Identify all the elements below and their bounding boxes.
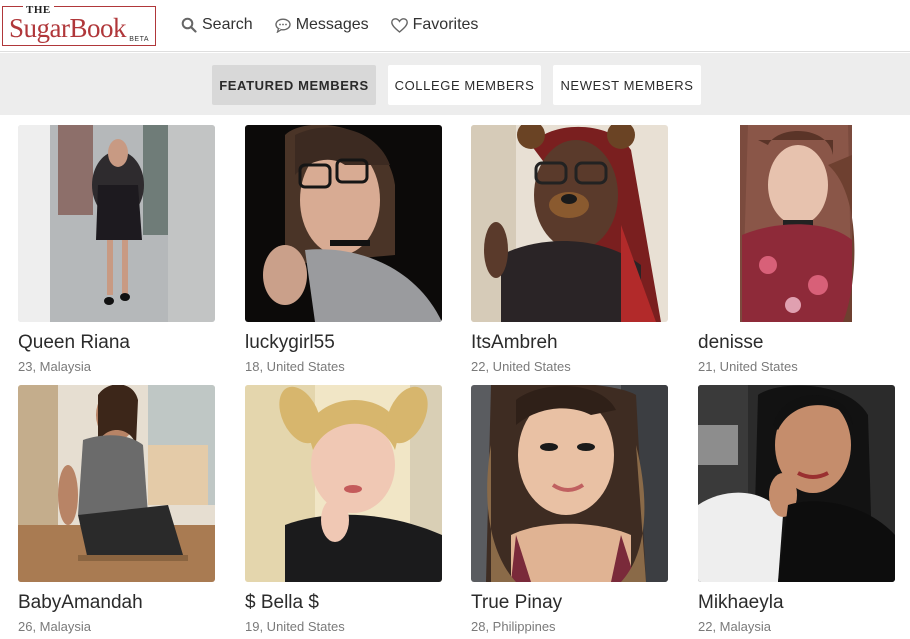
member-age-location: 23, Malaysia xyxy=(18,359,91,374)
tab-newest-members-label: NEWEST MEMBERS xyxy=(560,77,694,93)
tab-college-members-label: COLLEGE MEMBERS xyxy=(394,77,535,93)
tab-college-members[interactable]: COLLEGE MEMBERS xyxy=(388,65,541,105)
member-name[interactable]: ItsAmbreh xyxy=(471,332,558,354)
beta-badge: BETA xyxy=(129,36,149,43)
member-photo[interactable] xyxy=(18,125,215,322)
member-name[interactable]: Mikhaeyla xyxy=(698,592,784,614)
member-photo xyxy=(698,125,895,322)
member-photo[interactable] xyxy=(471,125,668,322)
member-category-tabs: FEATURED MEMBERS COLLEGE MEMBERS NEWEST … xyxy=(0,53,910,115)
member-age-location: 18, United States xyxy=(245,359,345,374)
member-age-location: 19, United States xyxy=(245,619,345,634)
member-photo[interactable] xyxy=(471,385,668,582)
sugarbook-logo[interactable]: THE SugarBook BETA xyxy=(2,4,156,46)
member-photo[interactable] xyxy=(698,385,895,582)
search-icon xyxy=(181,17,197,33)
nav-messages-label: Messages xyxy=(295,16,369,33)
member-name[interactable]: luckygirl55 xyxy=(245,332,335,354)
member-name[interactable]: denisse xyxy=(698,332,764,354)
member-age-location: 22, Malaysia xyxy=(698,619,771,634)
member-photo[interactable] xyxy=(245,385,442,582)
tab-featured-members[interactable]: FEATURED MEMBERS xyxy=(212,65,376,105)
chat-bubble-icon xyxy=(275,17,291,33)
heart-icon xyxy=(390,17,408,33)
member-name[interactable]: BabyAmandah xyxy=(18,592,143,614)
member-age-location: 22, United States xyxy=(471,359,571,374)
nav-messages-link[interactable]: Messages xyxy=(275,16,369,34)
nav-favorites-link[interactable]: Favorites xyxy=(390,16,479,34)
main-nav: Search Messages Favorites xyxy=(181,16,500,34)
nav-search-link[interactable]: Search xyxy=(181,16,253,34)
member-photo[interactable] xyxy=(18,385,215,582)
nav-search-label: Search xyxy=(202,16,253,33)
top-navigation-bar: THE SugarBook BETA Search Messages Favor… xyxy=(0,0,910,52)
member-name[interactable]: $ Bella $ xyxy=(245,592,319,614)
tab-newest-members[interactable]: NEWEST MEMBERS xyxy=(553,65,701,105)
tab-featured-members-label: FEATURED MEMBERS xyxy=(219,77,369,93)
member-age-location: 21, United States xyxy=(698,359,798,374)
member-name[interactable]: True Pinay xyxy=(471,592,562,614)
member-name[interactable]: Queen Riana xyxy=(18,332,130,354)
member-age-location: 26, Malaysia xyxy=(18,619,91,634)
logo-name-text: SugarBook xyxy=(9,13,127,43)
member-photo[interactable] xyxy=(245,125,442,322)
nav-favorites-label: Favorites xyxy=(412,16,479,33)
member-grid: Queen Riana 23, Malaysia luckygirl55 18,… xyxy=(0,115,910,639)
member-age-location: 28, Philippines xyxy=(471,619,556,634)
